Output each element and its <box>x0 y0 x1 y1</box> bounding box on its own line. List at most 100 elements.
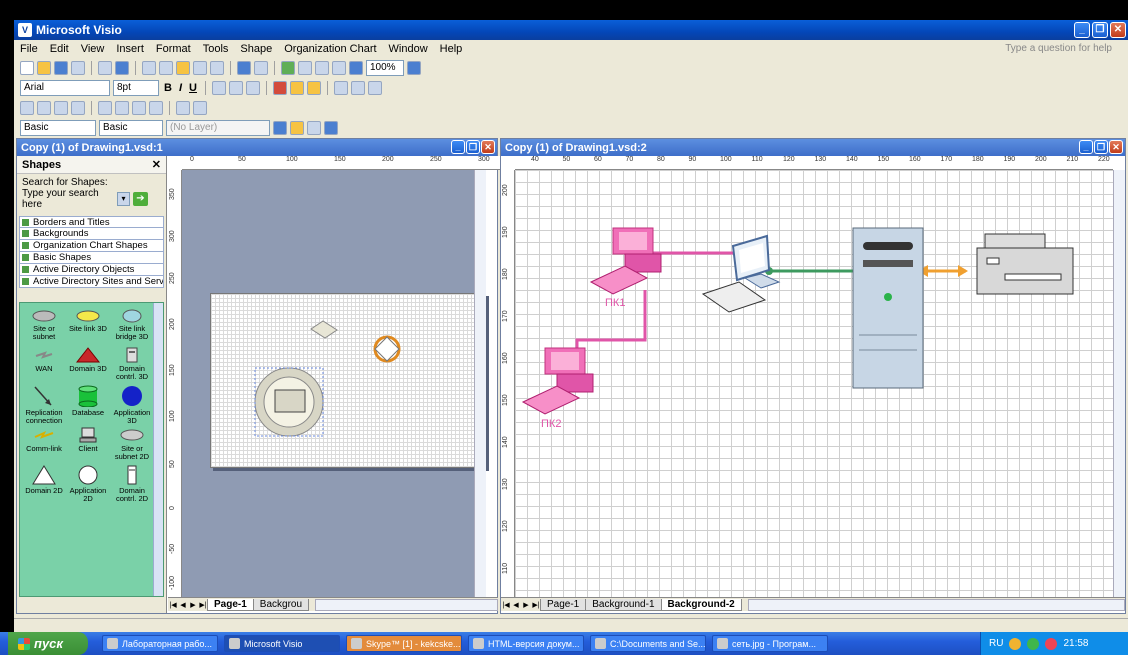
left-tab-background[interactable]: Backgrou <box>252 598 310 611</box>
connector-tool-icon[interactable] <box>315 61 329 75</box>
rotate-left-icon[interactable] <box>98 101 112 115</box>
left-vertical-scrollbar[interactable] <box>474 170 486 597</box>
task-visio[interactable]: Microsoft Visio <box>224 635 340 652</box>
print-icon[interactable] <box>71 61 85 75</box>
theme-icon[interactable] <box>324 121 338 135</box>
lock-icon[interactable] <box>193 101 207 115</box>
right-minimize-button[interactable]: _ <box>1079 140 1093 154</box>
left-page-sheet[interactable] <box>210 293 486 468</box>
palette-scrollbar[interactable] <box>153 303 163 596</box>
right-next-page-icon[interactable]: ▶ <box>521 601 531 609</box>
right-horizontal-scrollbar[interactable] <box>747 598 1125 611</box>
pc2-computer-icon[interactable] <box>521 347 594 415</box>
undo-icon[interactable] <box>237 61 251 75</box>
layer-select[interactable]: (No Layer) <box>166 120 270 136</box>
left-minimize-button[interactable]: _ <box>451 140 465 154</box>
stencil-borders-titles[interactable]: Borders and Titles <box>19 216 164 228</box>
stencil-backgrounds[interactable]: Backgrounds <box>19 228 164 240</box>
line-ends-icon[interactable] <box>367 81 382 95</box>
layers-icon[interactable] <box>176 101 190 115</box>
right-drawing-canvas[interactable]: ПК1 ПК2 <box>515 170 1113 597</box>
shape-site-link-bridge[interactable]: Site link bridge 3D <box>110 309 154 341</box>
start-button[interactable]: пуск <box>8 632 88 655</box>
task-html-doc[interactable]: HTML-версия докум... <box>468 635 584 652</box>
align-right-icon[interactable] <box>245 81 260 95</box>
shape-search-input[interactable]: Type your search here <box>22 188 114 210</box>
shape-wan[interactable]: WAN <box>22 347 66 373</box>
format-painter-icon[interactable] <box>210 61 224 75</box>
shape-replication[interactable]: Replication connection <box>22 385 66 425</box>
delete-icon[interactable] <box>193 61 207 75</box>
search-dropdown-icon[interactable]: ▾ <box>117 192 130 206</box>
spelling-icon[interactable] <box>115 61 129 75</box>
right-close-button[interactable]: ✕ <box>1109 140 1123 154</box>
diamond-shape[interactable] <box>310 320 338 339</box>
right-prev-page-icon[interactable]: ◀ <box>511 601 521 609</box>
shape-comm-link[interactable]: Comm-link <box>22 427 66 453</box>
menu-shape[interactable]: Shape <box>240 43 272 55</box>
menu-file[interactable]: File <box>20 43 38 55</box>
right-tab-background-2[interactable]: Background-2 <box>660 598 742 611</box>
selected-rect-shape[interactable] <box>274 389 306 413</box>
search-go-icon[interactable]: ➔ <box>133 192 148 206</box>
menu-window[interactable]: Window <box>389 43 428 55</box>
fill-style-select[interactable]: Basic <box>99 120 163 136</box>
right-tab-page-1[interactable]: Page-1 <box>540 598 587 611</box>
italic-button[interactable]: I <box>177 82 184 94</box>
task-lab-work[interactable]: Лабораторная рабо... <box>102 635 218 652</box>
shape-site-subnet[interactable]: Site or subnet <box>22 309 66 341</box>
align-center-icon[interactable] <box>228 81 243 95</box>
open-icon[interactable] <box>37 61 51 75</box>
stencil-basic-shapes[interactable]: Basic Shapes <box>19 252 164 264</box>
server-tower-icon[interactable] <box>852 227 924 389</box>
tray-icon-1[interactable] <box>1009 637 1022 650</box>
left-drawing-canvas[interactable] <box>182 170 486 597</box>
maximize-button[interactable]: ❐ <box>1092 22 1108 38</box>
connect-shapes-icon[interactable] <box>149 101 163 115</box>
task-image-viewer[interactable]: сеть.jpg - Програм... <box>712 635 828 652</box>
shape-site-subnet-2d[interactable]: Site or subnet 2D <box>110 427 154 461</box>
close-button[interactable]: ✕ <box>1110 22 1126 38</box>
new-icon[interactable] <box>20 61 34 75</box>
group-icon[interactable] <box>54 101 68 115</box>
shape-domain-2d[interactable]: Domain 2D <box>22 465 66 495</box>
font-size-select[interactable]: 8pt <box>113 80 159 96</box>
language-indicator[interactable]: RU <box>989 638 1003 649</box>
shape-site-link-3d[interactable]: Site link 3D <box>66 309 110 333</box>
menu-tools[interactable]: Tools <box>203 43 229 55</box>
menu-organization-chart[interactable]: Organization Chart <box>284 43 376 55</box>
text-tool-icon[interactable] <box>332 61 346 75</box>
right-first-page-icon[interactable]: |◀ <box>501 601 511 609</box>
print-preview-icon[interactable] <box>98 61 112 75</box>
help-question-box[interactable]: Type a question for help <box>1005 43 1112 54</box>
left-close-button[interactable]: ✕ <box>481 140 495 154</box>
menu-help[interactable]: Help <box>440 43 463 55</box>
copy-icon[interactable] <box>159 61 173 75</box>
task-skype[interactable]: Skype™ [1] - kekcske... <box>346 635 462 652</box>
zoom-select[interactable]: 100% <box>366 60 404 76</box>
menu-view[interactable]: View <box>81 43 105 55</box>
shape-application-3d[interactable]: Application 3D <box>110 385 154 425</box>
menu-insert[interactable]: Insert <box>116 43 144 55</box>
printer-icon[interactable] <box>976 233 1074 295</box>
tray-icon-2[interactable] <box>1027 637 1040 650</box>
left-tab-page-1[interactable]: Page-1 <box>207 598 254 611</box>
save-icon[interactable] <box>54 61 68 75</box>
line-tool-icon[interactable] <box>349 61 363 75</box>
prev-page-icon[interactable]: ◀ <box>178 601 188 609</box>
redo-icon[interactable] <box>254 61 268 75</box>
pointer-tool-icon[interactable] <box>298 61 312 75</box>
shadow-icon[interactable] <box>307 121 321 135</box>
stencil-org-chart[interactable]: Organization Chart Shapes <box>19 240 164 252</box>
menu-format[interactable]: Format <box>156 43 191 55</box>
shape-domain-controller-2d[interactable]: Domain contrl. 2D <box>110 465 154 503</box>
line-color-2-icon[interactable] <box>273 121 287 135</box>
font-select[interactable]: Arial <box>20 80 110 96</box>
right-vertical-scrollbar[interactable] <box>1113 170 1125 597</box>
first-page-icon[interactable]: |◀ <box>168 601 178 609</box>
underline-button[interactable]: U <box>187 82 199 94</box>
line-pattern-icon[interactable] <box>350 81 365 95</box>
align-left-icon[interactable] <box>211 81 226 95</box>
cut-icon[interactable] <box>142 61 156 75</box>
bold-button[interactable]: B <box>162 82 174 94</box>
